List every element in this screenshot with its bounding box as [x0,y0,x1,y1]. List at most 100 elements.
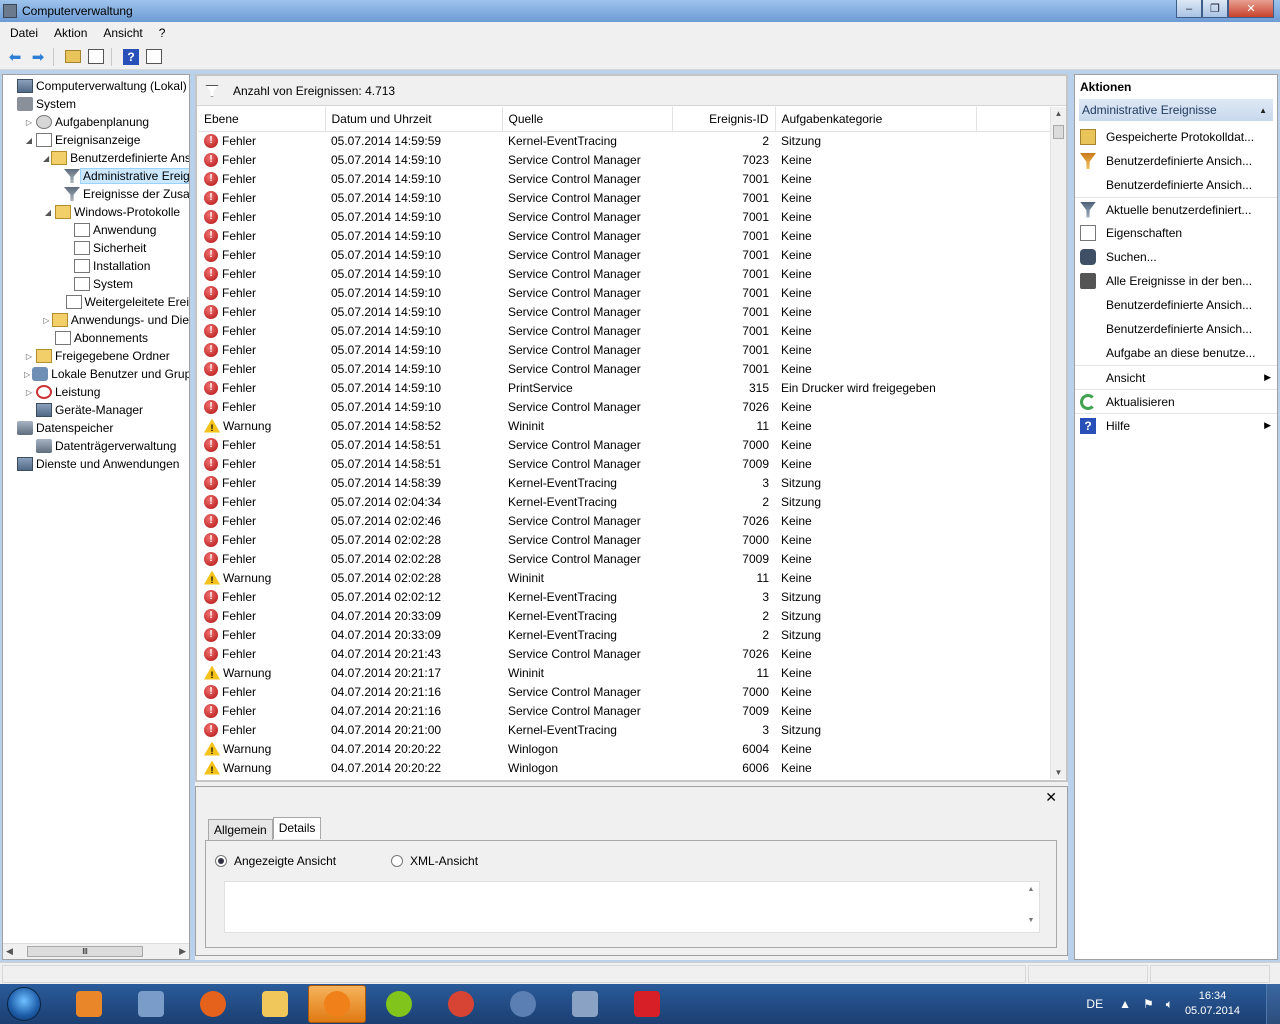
tree-item[interactable]: ▷ Freigegebene Ordner [3,347,189,365]
collapse-caret-icon[interactable]: ▲ [1259,106,1267,115]
tree-item[interactable]: Datenspeicher [3,419,189,437]
table-row[interactable]: ! Fehler 05.07.2014 14:59:10 Service Contro… [198,359,1050,378]
tree-item[interactable]: Sicherheit [3,239,189,257]
start-button[interactable] [0,984,48,1024]
tree-item[interactable]: ▷ Aufgabenplanung [3,113,189,131]
back-button[interactable]: ⬅ [4,47,26,67]
taskbar-button[interactable] [556,985,614,1023]
tree-item[interactable]: System [3,95,189,113]
tree-horizontal-scrollbar[interactable]: ◀ lll ▶ [3,943,189,959]
table-row[interactable]: ! Warnung 05.07.2014 14:58:52 Wininit 11 Kein… [198,416,1050,435]
menu-help[interactable]: ? [151,26,174,40]
show-hide-tree-button[interactable] [85,47,107,67]
action-item[interactable]: Benutzerdefinierte Ansich... [1075,293,1277,317]
action-item[interactable]: Suchen... [1075,245,1277,269]
table-row[interactable]: ! Fehler 04.07.2014 20:21:16 Service Contro… [198,682,1050,701]
table-row[interactable]: ! Fehler 05.07.2014 02:02:28 Service Contro… [198,549,1050,568]
table-row[interactable]: ! Fehler 04.07.2014 20:33:09 Kernel-EventTr… [198,625,1050,644]
table-row[interactable]: ! Fehler 05.07.2014 14:59:10 Service Contro… [198,207,1050,226]
table-row[interactable]: ! Fehler 05.07.2014 14:59:10 Service Contro… [198,188,1050,207]
taskbar-button[interactable] [370,985,428,1023]
table-row[interactable]: ! Fehler 05.07.2014 14:59:10 PrintService 31… [198,378,1050,397]
action-item[interactable]: Benutzerdefinierte Ansich... [1075,149,1277,173]
table-row[interactable]: ! Fehler 05.07.2014 14:59:10 Service Contro… [198,245,1050,264]
expander-icon[interactable]: ◢ [43,208,53,217]
forward-button[interactable]: ➡ [27,47,49,67]
action-item[interactable]: Ansicht ▶ [1075,365,1277,389]
scroll-thumb[interactable]: lll [27,946,143,957]
tree-item[interactable]: System [3,275,189,293]
up-level-button[interactable] [62,47,84,67]
taskbar-button[interactable] [494,985,552,1023]
table-row[interactable]: ! Fehler 05.07.2014 14:59:10 Service Contro… [198,283,1050,302]
event-vertical-scrollbar[interactable]: ▲ ▼ [1050,107,1066,779]
clock[interactable]: 16:34 05.07.2014 [1185,989,1240,1019]
table-row[interactable]: ! Fehler 04.07.2014 20:21:00 Kernel-EventTr… [198,720,1050,739]
expander-icon[interactable]: ▷ [24,118,34,127]
table-row[interactable]: ! Fehler 05.07.2014 14:59:10 Service Contro… [198,302,1050,321]
tree-item[interactable]: Weitergeleitete Erei [3,293,189,311]
table-row[interactable]: ! Fehler 05.07.2014 02:02:12 Kernel-EventTr… [198,587,1050,606]
tree-item[interactable]: Anwendung [3,221,189,239]
tree-item[interactable]: Installation [3,257,189,275]
table-row[interactable]: ! Warnung 04.07.2014 20:20:22 Winlogon 6006 K… [198,758,1050,777]
tree-item[interactable]: Datenträgerverwaltung [3,437,189,455]
table-row[interactable]: ! Fehler 05.07.2014 14:59:10 Service Contro… [198,150,1050,169]
show-desktop-button[interactable] [1266,984,1280,1024]
table-row[interactable]: ! Fehler 05.07.2014 02:02:46 Service Contro… [198,511,1050,530]
expander-icon[interactable]: ◢ [24,136,34,145]
table-row[interactable]: ! Fehler 05.07.2014 14:59:10 Service Contro… [198,169,1050,188]
column-header-datetime[interactable]: Datum und Uhrzeit [325,107,503,132]
taskbar-button[interactable] [246,985,304,1023]
menu-ansicht[interactable]: Ansicht [95,26,150,40]
action-item[interactable]: Aufgabe an diese benutze... [1075,341,1277,365]
action-item[interactable]: Eigenschaften [1075,221,1277,245]
table-row[interactable]: ! Fehler 05.07.2014 14:59:10 Service Contro… [198,397,1050,416]
column-header-event-id[interactable]: Ereignis-ID [672,107,776,132]
table-row[interactable]: ! Warnung 04.07.2014 20:20:22 Winlogon 6004 K… [198,739,1050,758]
expander-icon[interactable]: ▷ [24,388,34,397]
tree-item[interactable]: Ereignisse der Zusa [3,185,189,203]
tree-item[interactable]: ▷ Lokale Benutzer und Grupp [3,365,189,383]
menu-aktion[interactable]: Aktion [46,26,95,40]
tray-expand-icon[interactable]: ▲ [1119,997,1131,1011]
scroll-left-icon[interactable]: ◀ [6,946,13,957]
minimize-button[interactable]: – [1176,0,1202,18]
actions-section-header[interactable]: Administrative Ereignisse ▲ [1079,99,1273,121]
taskbar-button[interactable] [618,985,676,1023]
action-item[interactable]: ? Hilfe ▶ [1075,413,1277,437]
table-row[interactable]: ! Warnung 04.07.2014 20:21:17 Wininit 11 Kein… [198,663,1050,682]
language-indicator[interactable]: DE [1086,997,1103,1011]
action-item[interactable]: Benutzerdefinierte Ansich... [1075,173,1277,197]
table-row[interactable]: ! Fehler 05.07.2014 14:59:10 Service Contro… [198,321,1050,340]
tab-general[interactable]: Allgemein [208,819,273,841]
table-row[interactable]: ! Fehler 05.07.2014 14:59:10 Service Contro… [198,340,1050,359]
show-hide-action-pane-button[interactable] [143,47,165,67]
menu-datei[interactable]: Datei [2,26,46,40]
tree-item[interactable]: ◢ Benutzerdefinierte Ans [3,149,189,167]
table-row[interactable]: ! Fehler 04.07.2014 20:21:16 Service Contro… [198,701,1050,720]
tree-item[interactable]: Geräte-Manager [3,401,189,419]
scroll-down-icon[interactable]: ▼ [1023,917,1039,924]
action-item[interactable]: Alle Ereignisse in der ben... [1075,269,1277,293]
tree-item[interactable]: ◢ Windows-Protokolle [3,203,189,221]
tab-details[interactable]: Details [272,817,322,839]
scroll-up-icon[interactable]: ▲ [1023,886,1039,893]
table-row[interactable]: ! Fehler 04.07.2014 20:21:43 Service Contro… [198,644,1050,663]
radio-unselected-icon[interactable] [391,855,403,867]
radio-xml-view[interactable]: XML-Ansicht [391,854,478,868]
scroll-down-icon[interactable]: ▼ [1051,768,1066,777]
expander-icon[interactable]: ▷ [43,316,50,325]
maximize-button[interactable]: ❐ [1202,0,1228,18]
table-row[interactable]: ! Fehler 05.07.2014 14:58:39 Kernel-EventTr… [198,473,1050,492]
details-content-box[interactable]: ▲ ▼ [224,881,1040,933]
tree-item[interactable]: ▷ Anwendungs- und Die [3,311,189,329]
close-detail-button[interactable]: ✕ [1045,789,1057,806]
taskbar-button[interactable] [122,985,180,1023]
table-row[interactable]: ! Fehler 05.07.2014 14:58:51 Service Contro… [198,454,1050,473]
table-row[interactable]: ! Fehler 05.07.2014 14:59:10 Service Contro… [198,264,1050,283]
table-row[interactable]: ! Fehler 05.07.2014 14:58:51 Service Contro… [198,435,1050,454]
table-row[interactable]: ! Fehler 05.07.2014 14:59:10 Service Contro… [198,226,1050,245]
scroll-up-icon[interactable]: ▲ [1051,109,1066,118]
scroll-right-icon[interactable]: ▶ [179,946,186,957]
